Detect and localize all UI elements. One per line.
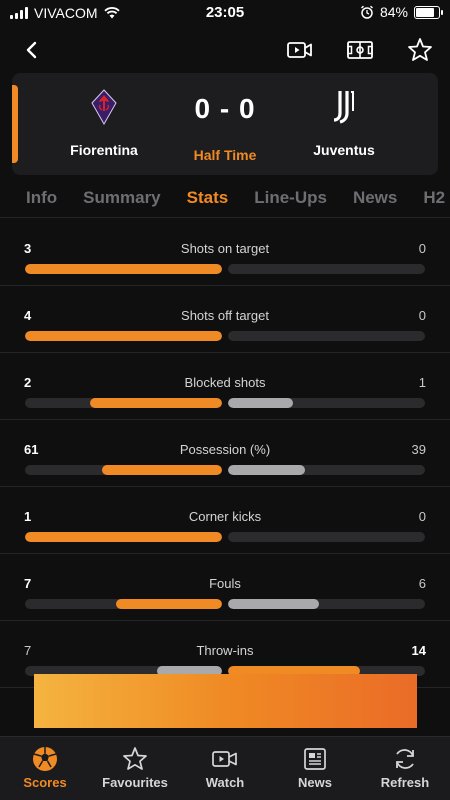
stat-label: Possession (%)	[179, 442, 271, 457]
home-bar-fill	[101, 465, 222, 475]
away-bar-fill	[228, 398, 293, 408]
status-bar: VIVACOM 23:05 84%	[0, 0, 450, 28]
nav-label: Scores	[23, 775, 67, 790]
match-status: Half Time	[193, 147, 257, 163]
video-icon	[211, 745, 239, 773]
away-bar-fill	[228, 465, 305, 475]
stat-away-value: 0	[418, 241, 426, 256]
stat-row: 2 Blocked shots 1	[0, 353, 450, 420]
stat-row: 1 Corner kicks 0	[0, 487, 450, 554]
status-right: 84%	[360, 4, 443, 20]
nav-watch[interactable]: Watch	[180, 737, 270, 800]
stat-label: Shots off target	[181, 308, 269, 323]
stat-label: Fouls	[209, 576, 241, 591]
stat-away-value: 0	[418, 509, 426, 524]
home-bar-fill	[25, 532, 222, 542]
newspaper-icon	[301, 745, 329, 773]
stat-label: Blocked shots	[184, 375, 266, 390]
stat-row: 4 Shots off target 0	[0, 286, 450, 353]
stats-list: 3 Shots on target 0 4 Shots off target 0 2 Bloc…	[0, 219, 450, 739]
home-team-name: Fiorentina	[70, 142, 138, 158]
tab-h2[interactable]: H2	[423, 182, 445, 217]
stat-away-value: 6	[418, 576, 426, 591]
away-team[interactable]: Juventus	[284, 89, 404, 158]
stat-away-value: 39	[411, 442, 426, 457]
nav-scores[interactable]: Scores	[0, 737, 90, 800]
pitch-icon[interactable]	[345, 36, 375, 64]
home-bar-fill	[25, 264, 222, 274]
match-header-card: Fiorentina 0 - 0 Half Time Juventus	[12, 73, 438, 175]
home-bar-track	[25, 264, 222, 274]
away-team-name: Juventus	[313, 142, 375, 158]
stat-away-value: 0	[418, 308, 426, 323]
nav-favourites[interactable]: Favourites	[90, 737, 180, 800]
score: 0 - 0	[194, 93, 256, 124]
bottom-nav: Scores Favourites Watch News Refresh	[0, 736, 450, 800]
home-bar-track	[25, 532, 222, 542]
away-bar-track	[228, 465, 425, 475]
back-chevron-icon[interactable]	[18, 36, 46, 64]
away-bar-fill	[228, 599, 319, 609]
home-team[interactable]: Fiorentina	[44, 89, 164, 158]
ad-banner[interactable]	[34, 674, 417, 728]
star-outline-icon	[121, 745, 149, 773]
nav-refresh[interactable]: Refresh	[360, 737, 450, 800]
tab-info[interactable]: Info	[26, 182, 57, 217]
stat-label: Throw-ins	[196, 643, 254, 658]
stat-row: 7 Fouls 6	[0, 554, 450, 621]
stat-label: Corner kicks	[188, 509, 262, 524]
home-bar-track	[25, 465, 222, 475]
soccer-ball-icon	[31, 745, 59, 773]
tab-line-ups[interactable]: Line-Ups	[254, 182, 327, 217]
tab-summary[interactable]: Summary	[83, 182, 160, 217]
away-bar-track	[228, 398, 425, 408]
top-nav	[0, 30, 450, 70]
away-bar-track	[228, 264, 425, 274]
away-bar-track	[228, 331, 425, 341]
home-bar-track	[25, 599, 222, 609]
tab-stats[interactable]: Stats	[187, 182, 229, 217]
away-bar-track	[228, 599, 425, 609]
home-bar-fill	[115, 599, 222, 609]
battery-percent: 84%	[379, 4, 408, 20]
home-bar-fill	[90, 398, 222, 408]
tab-news[interactable]: News	[353, 182, 397, 217]
fiorentina-crest-icon	[91, 89, 117, 126]
video-icon[interactable]	[285, 36, 315, 64]
nav-label: News	[298, 775, 332, 790]
match-tabs: Info Summary Stats Line-Ups News H2	[0, 182, 450, 218]
away-bar-track	[228, 532, 425, 542]
stat-row: 61 Possession (%) 39	[0, 420, 450, 487]
nav-label: Refresh	[380, 775, 430, 790]
home-bar-track	[25, 398, 222, 408]
card-accent	[12, 85, 18, 163]
stat-away-value: 1	[418, 375, 426, 390]
refresh-icon	[391, 745, 419, 773]
home-bar-track	[25, 331, 222, 341]
star-icon[interactable]	[405, 36, 435, 64]
home-bar-fill	[25, 331, 222, 341]
juventus-logo-icon	[333, 91, 354, 124]
stat-label: Shots on target	[180, 241, 270, 256]
nav-news[interactable]: News	[270, 737, 360, 800]
nav-label: Watch	[205, 775, 245, 790]
battery-icon	[414, 5, 443, 19]
nav-label: Favourites	[102, 775, 168, 790]
alarm-icon	[361, 5, 373, 19]
stat-row: 3 Shots on target 0	[0, 219, 450, 286]
stat-away-value: 14	[411, 643, 426, 658]
